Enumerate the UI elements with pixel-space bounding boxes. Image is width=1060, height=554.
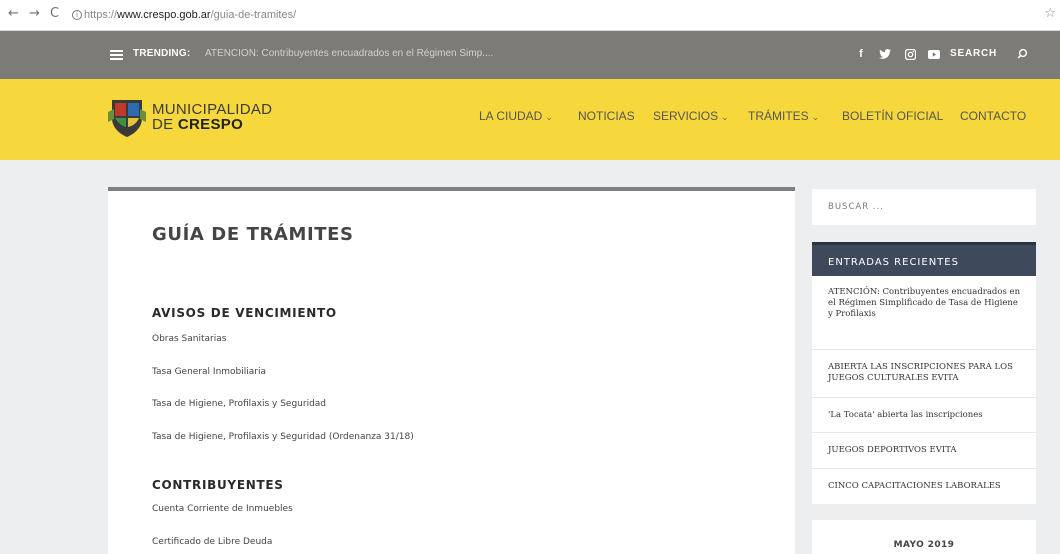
sidebar-search bbox=[812, 189, 1036, 225]
chevron-down-icon: ⌄ bbox=[721, 112, 729, 122]
logo-text-prefix: DE bbox=[152, 116, 174, 133]
divider bbox=[812, 397, 1036, 398]
chevron-down-icon: ⌄ bbox=[545, 112, 553, 122]
facebook-icon[interactable]: f bbox=[852, 45, 870, 63]
logo-text-bold: CRESPO bbox=[177, 116, 244, 133]
municipal-shield-logo[interactable] bbox=[108, 98, 146, 138]
nav-contacto[interactable]: CONTACTO bbox=[960, 109, 1026, 123]
nav-label: NOTICIAS bbox=[578, 109, 635, 123]
nav-label: CONTACTO bbox=[960, 109, 1027, 123]
browser-address-bar: ← → C i https://www.crespo.gob.ar/guia-d… bbox=[0, 0, 1060, 31]
nav-tramites[interactable]: TRÁMITES ⌄ bbox=[748, 109, 819, 123]
reload-icon[interactable]: C bbox=[50, 6, 59, 21]
url-host: www.crespo.gob.ar bbox=[117, 9, 211, 21]
link-libre-deuda[interactable]: Certificado de Libre Deuda bbox=[152, 537, 272, 547]
back-arrow-icon[interactable]: ← bbox=[8, 6, 19, 21]
url-scheme: https:// bbox=[84, 9, 118, 21]
calendar-widget: MAYO 2019 bbox=[812, 520, 1036, 554]
divider bbox=[812, 468, 1036, 469]
menu-icon[interactable] bbox=[110, 50, 123, 60]
instagram-icon[interactable] bbox=[901, 45, 919, 63]
link-cuenta-corriente[interactable]: Cuenta Corriente de Inmuebles bbox=[152, 504, 293, 514]
top-bar: TRENDING: ATENCION: Contribuyentes encua… bbox=[0, 31, 1060, 79]
divider bbox=[812, 349, 1036, 350]
search-input[interactable] bbox=[812, 189, 1036, 225]
nav-label: SERVICIOS bbox=[653, 109, 719, 123]
search-icon[interactable] bbox=[1016, 46, 1030, 60]
logo-text-line2[interactable]: DE CRESPO bbox=[152, 116, 243, 133]
nav-label: BOLETÍN OFICIAL bbox=[842, 109, 944, 123]
recent-post-link[interactable]: JUEGOS DEPORTIVOS EVITA bbox=[828, 445, 1024, 456]
recent-posts-heading: ENTRADAS RECIENTES bbox=[812, 242, 1036, 276]
link-tasa-higiene-ordenanza[interactable]: Tasa de Higiene, Profilaxis y Seguridad … bbox=[152, 432, 414, 442]
recent-posts-widget: ENTRADAS RECIENTES ATENCIÓN: Contribuyen… bbox=[812, 242, 1036, 504]
youtube-icon[interactable] bbox=[925, 45, 943, 63]
trending-label: TRENDING: bbox=[133, 48, 191, 59]
nav-servicios[interactable]: SERVICIOS ⌄ bbox=[653, 109, 729, 123]
nav-la-ciudad[interactable]: LA CIUDAD ⌄ bbox=[479, 109, 553, 123]
page-title: GUÍA DE TRÁMITES bbox=[152, 224, 354, 245]
section-heading-contribuyentes: CONTRIBUYENTES bbox=[152, 478, 284, 492]
nav-noticias[interactable]: NOTICIAS bbox=[578, 109, 635, 123]
main-content-card: GUÍA DE TRÁMITES AVISOS DE VENCIMIENTO O… bbox=[108, 187, 795, 554]
link-tasa-higiene[interactable]: Tasa de Higiene, Profilaxis y Seguridad bbox=[152, 399, 326, 409]
link-obras-sanitarias[interactable]: Obras Sanitarias bbox=[152, 334, 226, 344]
url-field[interactable]: https://www.crespo.gob.ar/guia-de-tramit… bbox=[84, 9, 296, 21]
nav-label: TRÁMITES bbox=[748, 109, 809, 123]
section-heading-avisos: AVISOS DE VENCIMIENTO bbox=[152, 306, 337, 320]
chevron-down-icon: ⌄ bbox=[811, 112, 820, 122]
twitter-icon[interactable] bbox=[876, 45, 894, 63]
recent-post-link[interactable]: ATENCIÓN: Contribuyentes encuadrados en … bbox=[828, 287, 1024, 320]
nav-boletin-oficial[interactable]: BOLETÍN OFICIAL bbox=[842, 109, 943, 123]
trending-link[interactable]: ATENCION: Contribuyentes encuadrados en … bbox=[205, 48, 493, 59]
forward-arrow-icon[interactable]: → bbox=[29, 6, 40, 21]
url-path: /guia-de-tramites/ bbox=[210, 9, 297, 21]
recent-post-link[interactable]: 'La Tocata' abierta las inscripciones bbox=[828, 410, 1024, 421]
recent-post-link[interactable]: CINCO CAPACITACIONES LABORALES bbox=[828, 481, 1024, 492]
recent-post-link[interactable]: ABIERTA LAS INSCRIPCIONES PARA LOS JUEGO… bbox=[828, 362, 1024, 384]
search-label[interactable]: SEARCH bbox=[950, 48, 997, 59]
site-header: MUNICIPALIDAD DE CRESPO LA CIUDAD ⌄ NOTIC… bbox=[0, 79, 1060, 160]
link-tasa-general-inmobiliaria[interactable]: Tasa General Inmobiliaria bbox=[152, 367, 266, 377]
divider bbox=[812, 432, 1036, 433]
info-icon[interactable]: i bbox=[72, 10, 82, 20]
calendar-month-title: MAYO 2019 bbox=[893, 540, 955, 550]
nav-label: LA CIUDAD bbox=[479, 109, 543, 123]
bookmark-star-icon[interactable]: ☆ bbox=[1044, 6, 1056, 21]
